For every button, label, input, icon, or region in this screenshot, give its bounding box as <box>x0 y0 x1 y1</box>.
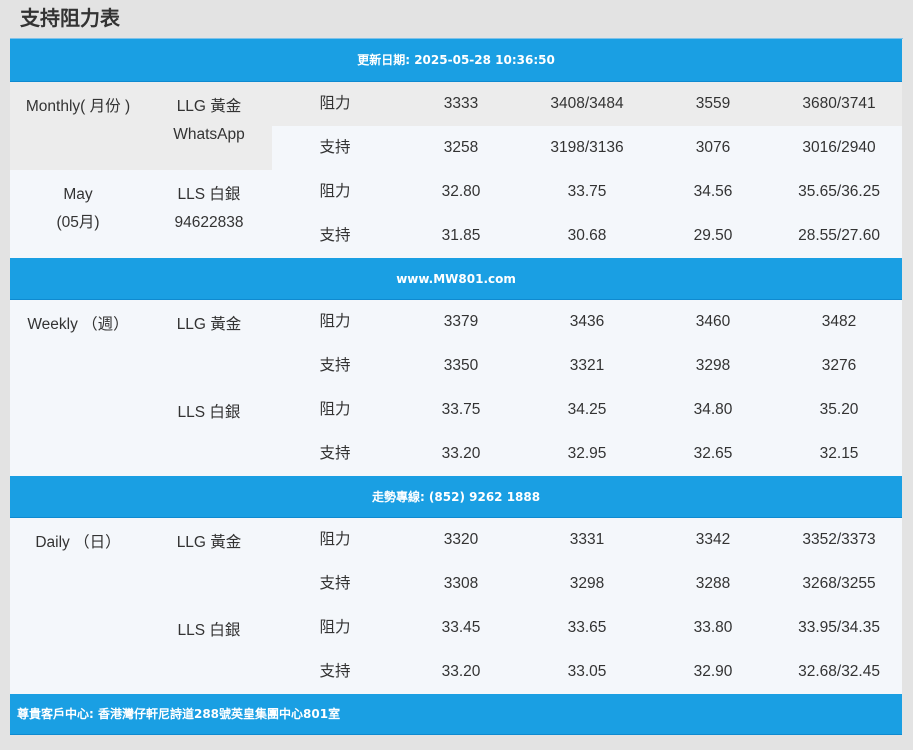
value-cell: 33.20 <box>398 432 524 476</box>
daily-period-label: Daily （日） <box>10 517 146 694</box>
weekly-period-label: Weekly （週） <box>10 299 146 476</box>
website-link[interactable]: www.MW801.com <box>10 258 903 300</box>
value-cell: 3331 <box>524 517 650 562</box>
value-cell: 3352/3373 <box>776 517 903 562</box>
phone-number: 94622838 <box>174 214 244 231</box>
value-cell: 3076 <box>650 126 776 170</box>
value-cell: 3460 <box>650 299 776 344</box>
value-cell: 32.15 <box>776 432 903 476</box>
value-cell: 3680/3741 <box>776 81 903 126</box>
value-cell: 3320 <box>398 517 524 562</box>
value-cell: 33.75 <box>524 170 650 214</box>
monthly-silver-label: LLS 白銀 94622838 <box>146 170 272 258</box>
value-cell: 32.65 <box>650 432 776 476</box>
row-type: 支持 <box>272 126 398 170</box>
row-type: 阻力 <box>272 81 398 126</box>
value-cell: 3258 <box>398 126 524 170</box>
value-cell: 32.68/32.45 <box>776 650 903 694</box>
value-cell: 33.75 <box>398 388 524 432</box>
support-resistance-table-container: 更新日期: 2025-05-28 10:36:50 Monthly( 月份 ) … <box>10 38 903 736</box>
value-cell: 3333 <box>398 81 524 126</box>
value-cell: 3276 <box>776 344 903 388</box>
value-cell: 3298 <box>650 344 776 388</box>
monthly-month-label: May (05月) <box>10 170 146 258</box>
row-type: 支持 <box>272 344 398 388</box>
value-cell: 3288 <box>650 562 776 606</box>
value-cell: 3298 <box>524 562 650 606</box>
value-cell: 3436 <box>524 299 650 344</box>
value-cell: 33.20 <box>398 650 524 694</box>
gold-label: LLG 黃金 <box>176 98 242 115</box>
row-type: 支持 <box>272 650 398 694</box>
value-cell: 28.55/27.60 <box>776 214 903 258</box>
value-cell: 32.90 <box>650 650 776 694</box>
row-type: 支持 <box>272 214 398 258</box>
support-resistance-table: 更新日期: 2025-05-28 10:36:50 Monthly( 月份 ) … <box>10 39 903 735</box>
monthly-period-text: Monthly( 月份 ) <box>25 98 131 115</box>
month-name: May <box>63 186 93 203</box>
customer-center-address: 尊貴客戶中心: 香港灣仔軒尼詩道288號英皇集團中心801室 <box>10 694 903 735</box>
daily-silver-label: LLS 白銀 <box>146 606 272 694</box>
value-cell: 33.95/34.35 <box>776 606 903 650</box>
value-cell: 3308 <box>398 562 524 606</box>
value-cell: 29.50 <box>650 214 776 258</box>
hotline-text: 走勢專線: (852) 9262 1888 <box>10 476 903 518</box>
value-cell: 34.56 <box>650 170 776 214</box>
value-cell: 3482 <box>776 299 903 344</box>
table-row: Monthly( 月份 ) LLG 黃金 WhatsApp 阻力 3333 34… <box>10 81 903 170</box>
updated-date: 更新日期: 2025-05-28 10:36:50 <box>10 39 903 82</box>
table-row: Weekly （週） LLG 黃金 阻力 3379 3436 3460 3482 <box>10 299 903 476</box>
banner-footer: 尊貴客戶中心: 香港灣仔軒尼詩道288號英皇集團中心801室 <box>10 694 903 735</box>
daily-gold-label: LLG 黃金 <box>146 517 272 606</box>
page-title: 支持阻力表 <box>20 6 120 30</box>
value-cell: 34.25 <box>524 388 650 432</box>
whatsapp-label: WhatsApp <box>173 126 245 143</box>
value-cell: 32.95 <box>524 432 650 476</box>
row-type: 阻力 <box>272 170 398 214</box>
value-cell: 35.20 <box>776 388 903 432</box>
table-row: May (05月) LLS 白銀 94622838 阻力 32.80 33.75… <box>10 170 903 258</box>
value-cell: 33.45 <box>398 606 524 650</box>
value-cell: 3559 <box>650 81 776 126</box>
weekly-gold-label: LLG 黃金 <box>146 299 272 388</box>
value-cell: 31.85 <box>398 214 524 258</box>
value-cell: 34.80 <box>650 388 776 432</box>
value-cell: 3379 <box>398 299 524 344</box>
value-cell: 33.65 <box>524 606 650 650</box>
row-type: 支持 <box>272 432 398 476</box>
banner-updated: 更新日期: 2025-05-28 10:36:50 <box>10 39 903 82</box>
value-cell: 3198/3136 <box>524 126 650 170</box>
value-cell: 3016/2940 <box>776 126 903 170</box>
row-type: 阻力 <box>272 517 398 562</box>
row-type: 支持 <box>272 562 398 606</box>
value-cell: 3350 <box>398 344 524 388</box>
value-cell: 3342 <box>650 517 776 562</box>
value-cell: 30.68 <box>524 214 650 258</box>
row-type: 阻力 <box>272 299 398 344</box>
row-type: 阻力 <box>272 388 398 432</box>
value-cell: 33.80 <box>650 606 776 650</box>
banner-hotline: 走勢專線: (852) 9262 1888 <box>10 476 903 518</box>
row-type: 阻力 <box>272 606 398 650</box>
value-cell: 33.05 <box>524 650 650 694</box>
banner-website: www.MW801.com <box>10 258 903 300</box>
table-row: Daily （日） LLG 黃金 阻力 3320 3331 3342 3352/… <box>10 517 903 694</box>
value-cell: 3408/3484 <box>524 81 650 126</box>
value-cell: 32.80 <box>398 170 524 214</box>
value-cell: 3321 <box>524 344 650 388</box>
silver-label: LLS 白銀 <box>177 186 241 203</box>
month-number: (05月) <box>56 214 100 231</box>
value-cell: 35.65/36.25 <box>776 170 903 214</box>
monthly-gold-label: LLG 黃金 WhatsApp <box>146 81 272 170</box>
monthly-period-label: Monthly( 月份 ) <box>10 81 146 170</box>
weekly-silver-label: LLS 白銀 <box>146 388 272 476</box>
value-cell: 3268/3255 <box>776 562 903 606</box>
